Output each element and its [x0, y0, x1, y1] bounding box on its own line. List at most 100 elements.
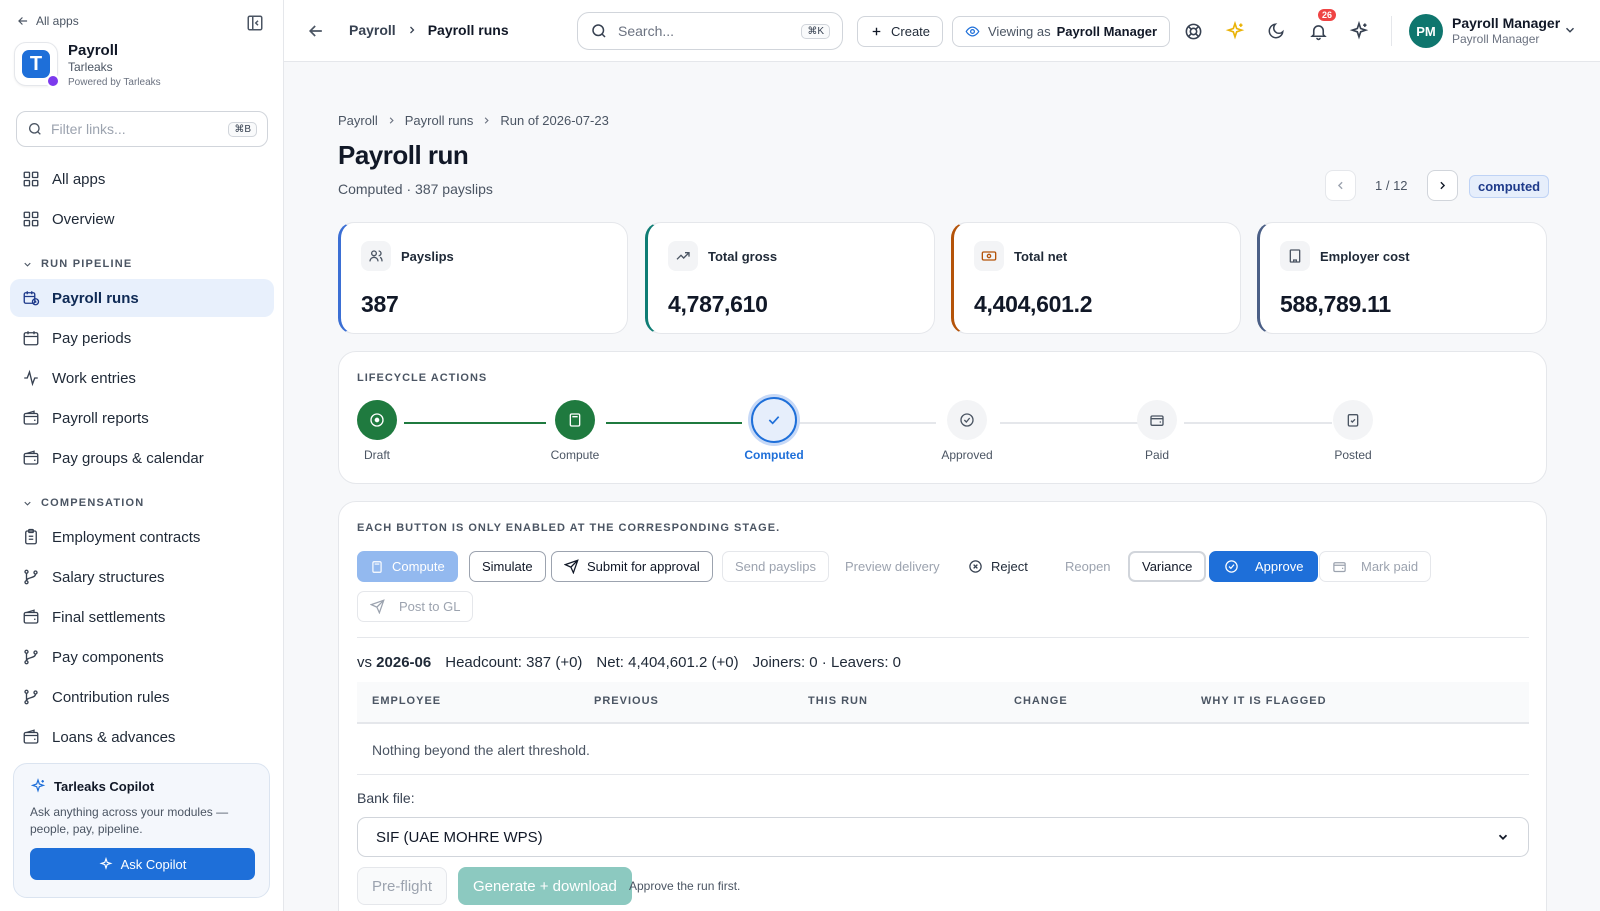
- kpi-card-total-gross: Total gross 4,787,610: [645, 222, 935, 334]
- crumb-payroll[interactable]: Payroll: [338, 113, 378, 128]
- step-compute: Compute: [530, 400, 620, 462]
- generate-download-button[interactable]: Generate + download: [458, 867, 632, 905]
- sidebar-item-loans-advances[interactable]: Loans & advances: [10, 718, 274, 756]
- app-name: Payroll: [68, 42, 119, 59]
- search-input[interactable]: Search... ⌘K: [577, 12, 843, 50]
- mark-paid-button[interactable]: Mark paid: [1319, 551, 1432, 582]
- preflight-button[interactable]: Pre-flight: [357, 867, 448, 905]
- simulate-button[interactable]: Simulate: [469, 551, 546, 582]
- breadcrumb-payroll[interactable]: Payroll: [349, 22, 396, 38]
- calendar-icon: [23, 331, 39, 346]
- search-icon: [29, 123, 41, 135]
- sidebar-item-payroll-reports[interactable]: Payroll reports: [10, 399, 274, 437]
- ai-highlights-button[interactable]: [1224, 20, 1246, 42]
- sidebar-item-label: Loans & advances: [52, 728, 176, 746]
- breadcrumb-payroll-runs: Payroll runs: [427, 22, 509, 38]
- approve-button[interactable]: Approve: [1209, 551, 1319, 582]
- chevron-down-icon[interactable]: [1563, 23, 1577, 37]
- sidebar-item-contribution-rules[interactable]: Contribution rules: [10, 678, 274, 716]
- back-label: All apps: [36, 14, 79, 28]
- viewing-role: Payroll Manager: [1056, 24, 1158, 39]
- branch-icon: [24, 689, 38, 705]
- preview-delivery-button[interactable]: Preview delivery: [832, 551, 953, 582]
- user-name: Payroll Manager: [1452, 15, 1561, 31]
- step-label: Approved: [941, 448, 993, 462]
- step-posted: Posted: [1308, 400, 1398, 462]
- arrow-left-icon[interactable]: [306, 21, 326, 41]
- sidebar-item-label: Contribution rules: [52, 688, 170, 706]
- section-label: RUN PIPELINE: [41, 258, 133, 270]
- variance-button[interactable]: Variance: [1128, 551, 1207, 582]
- viewing-prefix: Viewing as: [988, 24, 1051, 39]
- user-menu[interactable]: Payroll Manager Payroll Manager: [1452, 15, 1560, 46]
- filter-shortcut: ⌘B: [228, 121, 257, 137]
- sidebar-item-pay-periods[interactable]: Pay periods: [10, 319, 274, 357]
- avatar[interactable]: PM: [1409, 14, 1443, 48]
- building-icon: [1280, 241, 1310, 271]
- compute-button[interactable]: Compute: [357, 551, 458, 582]
- ask-copilot-button[interactable]: Ask Copilot: [30, 848, 255, 880]
- section-run-pipeline[interactable]: RUN PIPELINE: [22, 258, 132, 270]
- help-button[interactable]: [1182, 20, 1204, 42]
- send-icon: [564, 559, 579, 574]
- sidebar-collapse-icon[interactable]: [246, 14, 264, 32]
- sidebar-item-all-apps[interactable]: All apps: [10, 160, 274, 198]
- crumb-payroll-runs[interactable]: Payroll runs: [405, 113, 474, 128]
- step-draft: Draft: [332, 400, 422, 462]
- submit-for-approval-button[interactable]: Submit for approval: [551, 551, 713, 582]
- kpi-label: Payslips: [401, 248, 454, 264]
- next-run-button[interactable]: [1427, 170, 1458, 201]
- back-to-all-apps-link[interactable]: All apps: [16, 14, 79, 28]
- sidebar-item-pay-groups[interactable]: Pay groups & calendar: [10, 439, 274, 477]
- step-label: Draft: [363, 448, 390, 462]
- send-payslips-button[interactable]: Send payslips: [722, 551, 829, 582]
- sidebar-item-employment-contracts[interactable]: Employment contracts: [10, 518, 274, 556]
- sidebar-item-pay-components[interactable]: Pay components: [10, 638, 274, 676]
- viewing-as-button[interactable]: Viewing as Payroll Manager: [952, 16, 1171, 47]
- app-header: T Payroll Tarleaks Powered by Tarleaks: [14, 42, 161, 88]
- sidebar-item-overview[interactable]: Overview: [10, 200, 274, 238]
- simulate-label: Simulate: [482, 559, 533, 574]
- prev-run-button[interactable]: [1325, 170, 1356, 201]
- create-label: Create: [891, 24, 931, 39]
- wallet-icon: [1333, 562, 1346, 573]
- sidebar-item-label: Pay periods: [52, 329, 132, 347]
- sidebar-item-label: Final settlements: [52, 608, 166, 626]
- chevron-right-icon: [389, 117, 394, 124]
- table-empty-message: Nothing beyond the alert threshold.: [372, 742, 590, 758]
- moon-icon: [1268, 23, 1284, 39]
- chevron-right-icon: [409, 26, 415, 34]
- send-icon: [370, 599, 385, 614]
- divider: [357, 637, 1529, 638]
- chevron-down-icon: [24, 262, 31, 267]
- bank-file-select[interactable]: SIF (UAE MOHRE WPS): [357, 817, 1529, 857]
- sidebar-item-work-entries[interactable]: Work entries: [10, 359, 274, 397]
- reopen-button[interactable]: Reopen: [1052, 551, 1124, 582]
- wallet-icon: [23, 609, 39, 624]
- calculator-icon: [555, 400, 595, 440]
- reject-button[interactable]: Reject: [955, 551, 1041, 582]
- post-to-gl-button[interactable]: Post to GL: [357, 591, 474, 622]
- submit-label: Submit for approval: [587, 559, 700, 574]
- check-icon: [751, 397, 797, 443]
- step-approved: Approved: [922, 400, 1012, 462]
- movers-text: Joiners: 0 · Leavers: 0: [752, 654, 902, 671]
- sidebar-item-label: Payroll reports: [52, 409, 149, 427]
- theme-toggle-button[interactable]: [1265, 20, 1287, 42]
- chevron-down-icon: [1498, 834, 1508, 840]
- circle-check-icon: [1225, 560, 1238, 573]
- headcount-text: Headcount: 387 (+0): [445, 654, 583, 671]
- column-header: PREVIOUS: [594, 695, 659, 707]
- copilot-button[interactable]: [1348, 20, 1370, 42]
- sidebar-item-final-settlements[interactable]: Final settlements: [10, 598, 274, 636]
- filter-links-input[interactable]: Filter links... ⌘B: [16, 111, 268, 147]
- kpi-value: 4,404,601.2: [974, 291, 1093, 317]
- create-button[interactable]: Create: [857, 16, 944, 47]
- notifications-button[interactable]: 26: [1307, 9, 1337, 42]
- net-text: Net: 4,404,601.2 (+0): [596, 654, 739, 671]
- sidebar-item-payroll-runs[interactable]: Payroll runs: [10, 279, 274, 317]
- kpi-value: 387: [361, 291, 399, 317]
- sidebar-item-salary-structures[interactable]: Salary structures: [10, 558, 274, 596]
- section-compensation[interactable]: COMPENSATION: [22, 497, 144, 509]
- page-subtitle: Computed · 387 payslips: [338, 181, 493, 197]
